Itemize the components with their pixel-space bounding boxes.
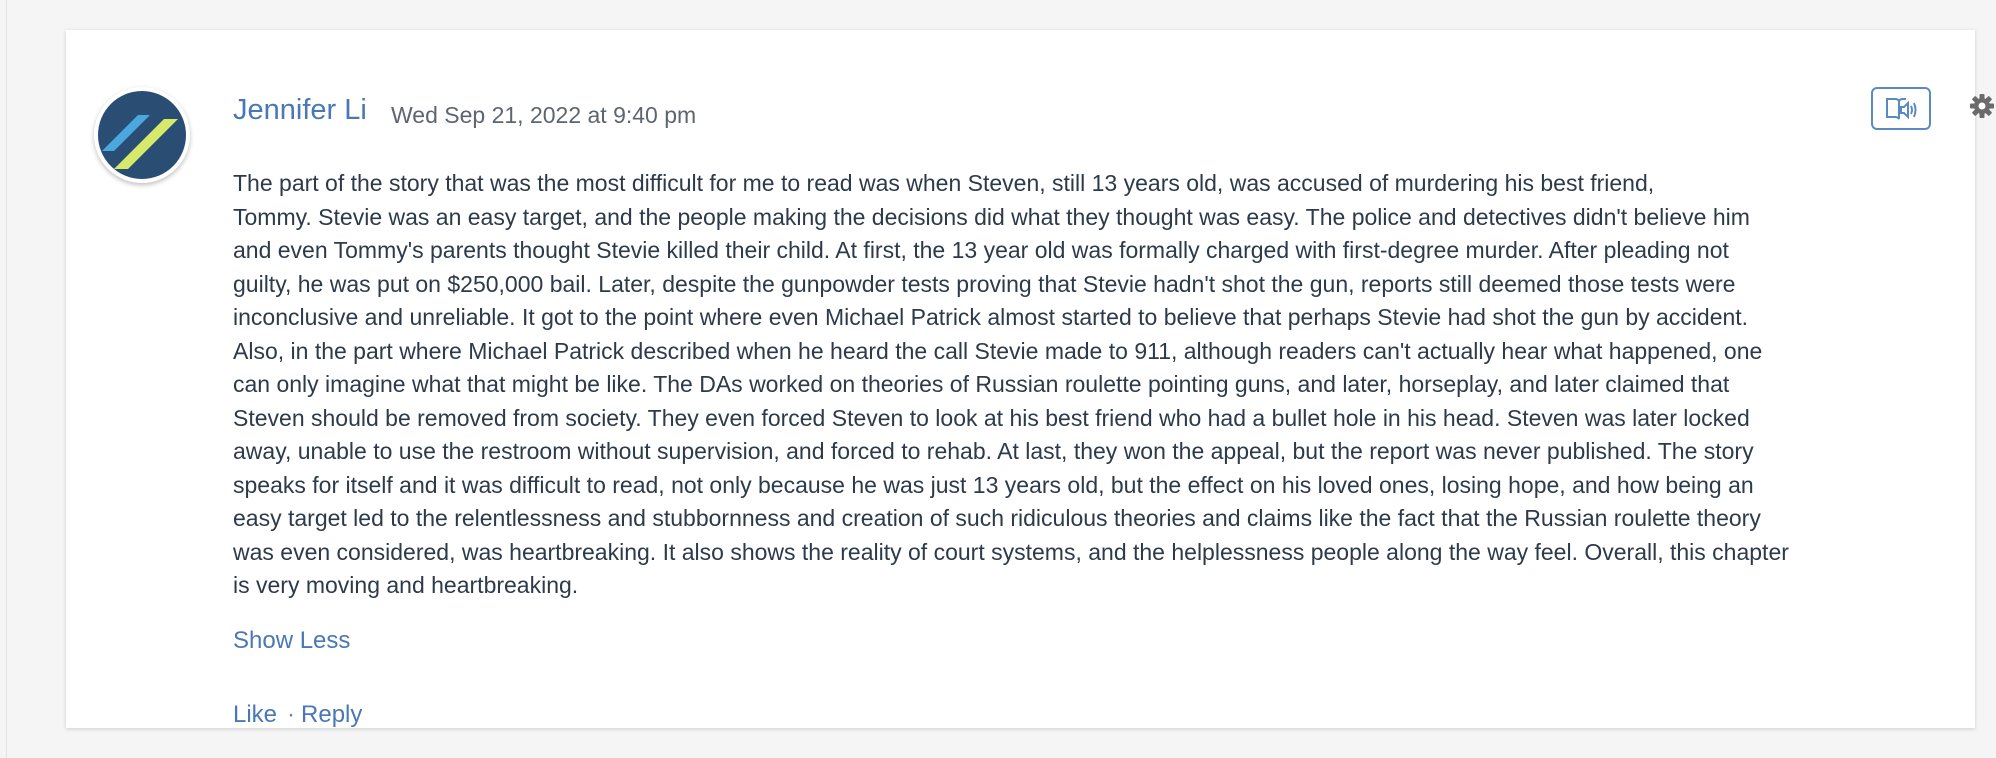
post-body-line: Steven should be removed from society. T… [233, 404, 1750, 431]
striped-avatar-icon [98, 91, 186, 179]
post-body-line: easy target led to the relentlessness an… [233, 505, 1761, 531]
post-body-line: Also, in the part where Michael Patrick … [233, 337, 1763, 364]
post-body: The part of the story that was the most … [233, 167, 1933, 603]
post-body-line: can only imagine what that might be like… [233, 371, 1730, 397]
post-body-line: away, unable to use the restroom without… [233, 438, 1754, 464]
post-body-line: inconclusive and unreliable. It got to t… [233, 304, 1749, 330]
post-body-line: Tommy. Stevie was an easy target, and th… [233, 203, 1750, 230]
gear-icon [1970, 94, 1994, 118]
page-left-edge [0, 0, 7, 758]
settings-menu-button[interactable] [1966, 92, 1996, 122]
post-body-line: is very moving and heartbreaking. [233, 572, 579, 598]
like-button[interactable]: Like [233, 701, 277, 728]
post-timestamp: Wed Sep 21, 2022 at 9:40 pm [391, 102, 697, 128]
post-body-line: was even considered, was heartbreaking. … [233, 538, 1789, 565]
show-less-link[interactable]: Show Less [233, 627, 350, 655]
author-name[interactable]: Jennifer Li [233, 94, 367, 127]
post-actions: Like · Reply [233, 701, 362, 729]
avatar[interactable] [94, 87, 190, 183]
immersive-reader-icon [1886, 98, 1917, 120]
action-separator: · [287, 701, 296, 728]
post-body-line: speaks for itself and it was difficult t… [233, 471, 1754, 498]
immersive-reader-button[interactable] [1871, 87, 1931, 130]
discussion-post: Jennifer Li Wed Sep 21, 2022 at 9:40 pm … [66, 30, 1994, 729]
post-body-line: and even Tommy's parents thought Stevie … [233, 237, 1729, 263]
post-body-line: The part of the story that was the most … [233, 170, 1655, 196]
post-body-line: guilty, he was put on $250,000 bail. Lat… [233, 270, 1736, 297]
reply-button[interactable]: Reply [301, 701, 362, 728]
